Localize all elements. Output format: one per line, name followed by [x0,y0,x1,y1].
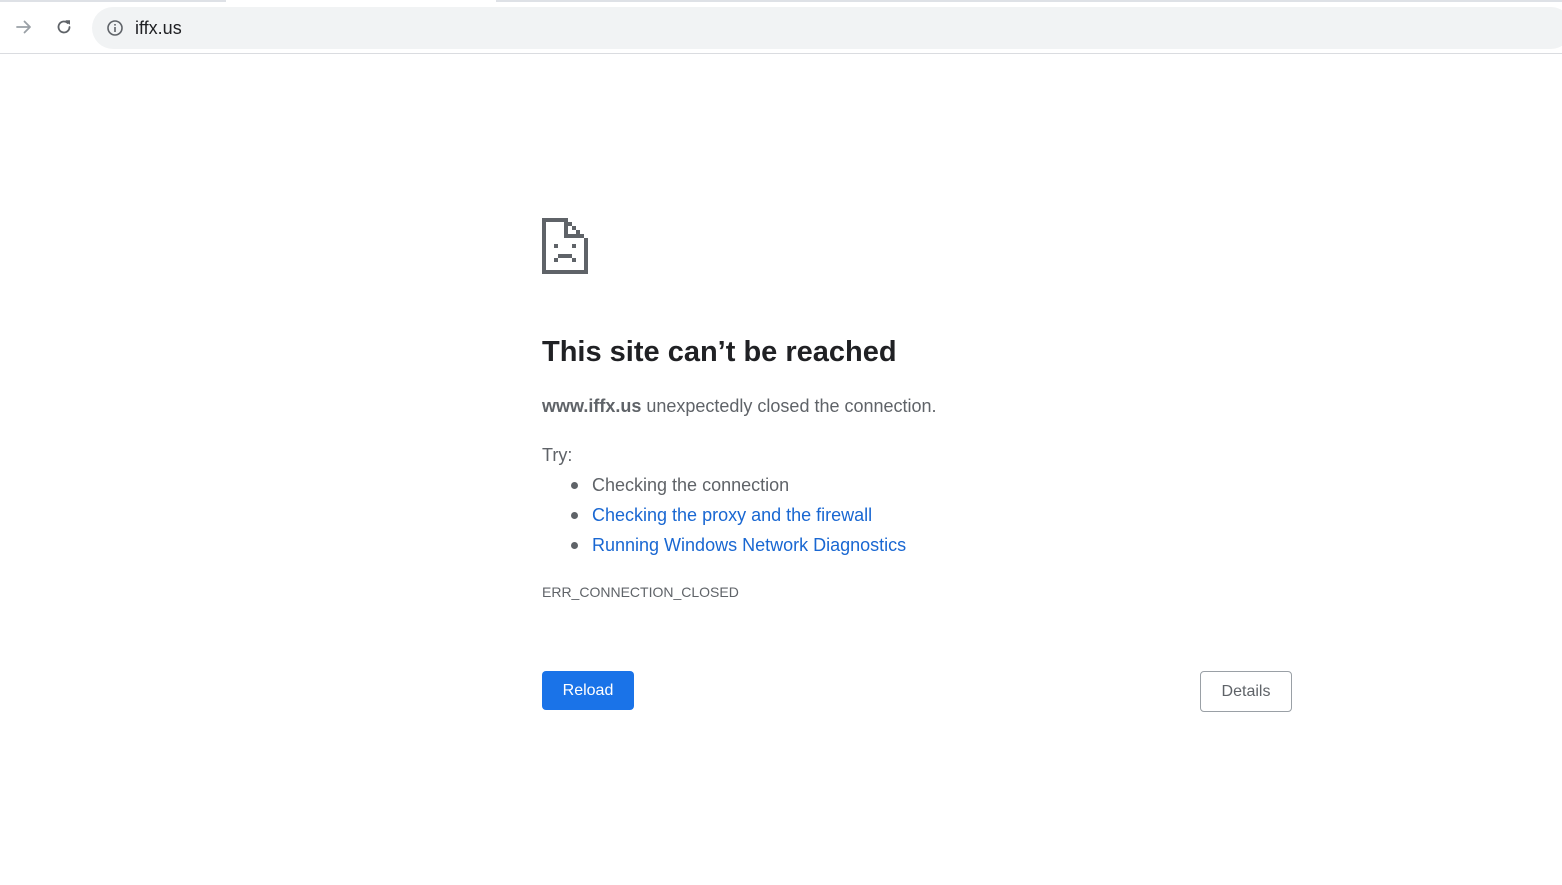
suggestion-check-connection: Checking the connection [592,475,790,495]
error-host: www.iffx.us [542,396,642,416]
browser-toolbar: iffx.us [0,0,1562,54]
reload-icon [57,20,71,34]
address-bar[interactable]: iffx.us [92,7,1562,49]
info-circle-icon[interactable] [106,19,124,37]
suggestion-item: Checking the connection [542,473,906,503]
network-diagnostics-link[interactable]: Running Windows Network Diagnostics [592,535,906,555]
page-title: This site can’t be reached [542,336,897,368]
arrow-right-icon [16,20,31,34]
active-tab[interactable] [226,0,496,2]
details-button[interactable]: Details [1200,671,1292,712]
reload-nav-button[interactable] [49,12,79,42]
error-summary: www.iffx.us unexpectedly closed the conn… [542,394,937,418]
tab-strip [0,0,1562,2]
try-label: Try: [542,445,573,465]
proxy-firewall-link[interactable]: Checking the proxy and the firewall [592,505,872,525]
suggestion-item: Checking the proxy and the firewall [542,503,906,533]
suggestion-item: Running Windows Network Diagnostics [542,533,906,563]
error-code: ERR_CONNECTION_CLOSED [542,584,739,600]
forward-button[interactable] [9,12,39,42]
url-text[interactable]: iffx.us [135,18,182,38]
suggestions-list: Checking the connection Checking the pro… [542,473,906,563]
reload-button[interactable]: Reload [542,671,634,710]
sad-page-icon [542,218,588,274]
error-message: unexpectedly closed the connection. [641,396,937,416]
